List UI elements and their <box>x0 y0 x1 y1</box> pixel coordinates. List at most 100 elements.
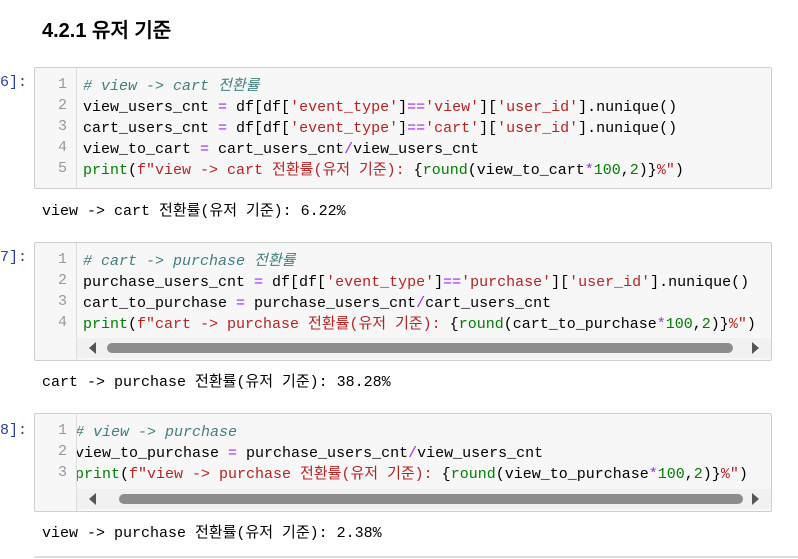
line-number: 1 <box>57 76 67 93</box>
scroll-right-icon[interactable] <box>752 493 759 505</box>
horizontal-scrollbar[interactable] <box>77 489 771 509</box>
code-token: purchase_users_cnt <box>83 274 255 291</box>
scroll-right-icon[interactable] <box>752 342 759 354</box>
scroll-left-icon[interactable] <box>89 342 96 354</box>
code-token: cart_users_cnt <box>83 120 219 137</box>
line-number: 4 <box>57 139 67 156</box>
code-token: * <box>656 316 666 333</box>
code-token: 100 <box>657 466 685 483</box>
code-token: 'event_type' <box>326 274 435 291</box>
code-token: = <box>228 445 238 462</box>
code-token: view_users_cnt <box>83 99 219 116</box>
code-token: )} <box>710 316 729 333</box>
code-token: ][ <box>479 99 498 116</box>
code-token: ] <box>434 274 444 291</box>
code-token: / <box>344 141 354 158</box>
line-number: 3 <box>57 293 67 310</box>
code-token: = <box>200 141 210 158</box>
code-token: == <box>407 120 426 137</box>
code-line: purchase_users_cnt = df[df['event_type']… <box>83 272 756 293</box>
code-token: )} <box>702 466 721 483</box>
code-line: view_users_cnt = df[df['event_type']=='v… <box>83 97 684 118</box>
code-line: # cart -> purchase 전환률 <box>83 251 756 272</box>
code-token: 'event_type' <box>290 99 399 116</box>
code-cell[interactable]: 1 2 3 # view -> purchase view_to_purchase =… <box>34 413 772 512</box>
code-token: print <box>75 466 121 483</box>
horizontal-scrollbar[interactable] <box>77 338 771 358</box>
code-token: / <box>408 445 418 462</box>
code-token: ][ <box>551 274 570 291</box>
code-line: cart_users_cnt = df[df['event_type']=='c… <box>83 118 684 139</box>
code-token: , <box>620 162 630 179</box>
code-token: 100 <box>593 162 621 179</box>
code-token: ) <box>746 316 756 333</box>
code-editor[interactable]: # cart -> purchase 전환률 purchase_users_cnt… <box>83 251 756 335</box>
cell-prompt: 8]: <box>0 422 28 439</box>
code-token: ].nunique() <box>650 274 750 291</box>
code-token: df[df[ <box>227 99 291 116</box>
line-number: 2 <box>57 272 67 289</box>
code-token: round <box>422 162 468 179</box>
code-token: ] <box>398 120 408 137</box>
code-token: * <box>648 466 658 483</box>
code-token: print <box>83 316 129 333</box>
code-token: ) <box>674 162 684 179</box>
code-token: f"view -> cart 전환률(유저 기준): <box>137 162 414 179</box>
code-token: ][ <box>479 120 498 137</box>
code-token: 2 <box>701 316 711 333</box>
cell-output: cart -> purchase 전환률(유저 기준): 38.28% <box>42 374 391 391</box>
code-token: = <box>236 295 246 312</box>
code-token: )} <box>638 162 657 179</box>
code-token: %" <box>720 466 739 483</box>
cell-output: view -> cart 전환률(유저 기준): 6.22% <box>42 203 346 220</box>
code-editor[interactable]: # view -> cart 전환률 view_users_cnt = df[df… <box>83 76 684 181</box>
code-token: # cart -> purchase 전환률 <box>83 253 296 270</box>
line-number: 1 <box>57 422 67 439</box>
scroll-left-icon[interactable] <box>89 493 96 505</box>
code-token: ( <box>128 162 138 179</box>
code-cell[interactable]: 1 2 3 4 5 # view -> cart 전환률 view_users_cnt =… <box>34 67 772 189</box>
code-editor[interactable]: # view -> purchase view_to_purchase = pur… <box>75 422 748 485</box>
code-token: (cart_to_purchase <box>503 316 657 333</box>
code-token: round <box>450 466 496 483</box>
code-line: cart_to_purchase = purchase_users_cnt/ca… <box>83 293 756 314</box>
code-token: , <box>692 316 702 333</box>
line-number-gutter: 1 2 3 4 <box>35 243 77 360</box>
scrollbar-thumb[interactable] <box>107 343 733 353</box>
code-token: 100 <box>665 316 693 333</box>
code-token: (view_to_purchase <box>495 466 649 483</box>
line-number: 3 <box>57 464 67 481</box>
code-line: # view -> cart 전환률 <box>83 76 684 97</box>
code-token: df[df[ <box>227 120 291 137</box>
code-token: %" <box>728 316 747 333</box>
code-cell[interactable]: 1 2 3 4 # cart -> purchase 전환률 purchase_user… <box>34 242 772 361</box>
code-token: 'view' <box>425 99 480 116</box>
cell-output: view -> purchase 전환률(유저 기준): 2.38% <box>42 525 382 542</box>
cell-prompt: 6]: <box>0 74 28 91</box>
line-number: 4 <box>57 314 67 331</box>
code-token: { <box>441 466 451 483</box>
code-token: view_users_cnt <box>417 445 544 462</box>
code-token: = <box>218 99 228 116</box>
code-token: # view -> cart 전환률 <box>83 78 260 95</box>
code-token: 'purchase' <box>461 274 552 291</box>
code-token: = <box>254 274 264 291</box>
code-line: print(f"cart -> purchase 전환률(유저 기준): {ro… <box>83 314 756 335</box>
code-token: # view -> purchase <box>75 424 238 441</box>
code-token: 'event_type' <box>290 120 399 137</box>
line-number: 2 <box>57 97 67 114</box>
code-token: ( <box>128 316 138 333</box>
code-token: (view_to_cart <box>467 162 585 179</box>
code-token: { <box>449 316 459 333</box>
cell-divider <box>34 556 798 558</box>
code-token: , <box>684 466 694 483</box>
code-token: cart_to_purchase <box>83 295 237 312</box>
code-token: purchase_users_cnt <box>237 445 409 462</box>
code-token: 2 <box>693 466 703 483</box>
scrollbar-thumb[interactable] <box>119 494 743 504</box>
code-token: %" <box>656 162 675 179</box>
cell-prompt: 7]: <box>0 249 28 266</box>
code-token: f"cart -> purchase 전환률(유저 기준): <box>137 316 450 333</box>
line-number-gutter: 1 2 3 4 5 <box>35 68 77 188</box>
code-token: 2 <box>629 162 639 179</box>
